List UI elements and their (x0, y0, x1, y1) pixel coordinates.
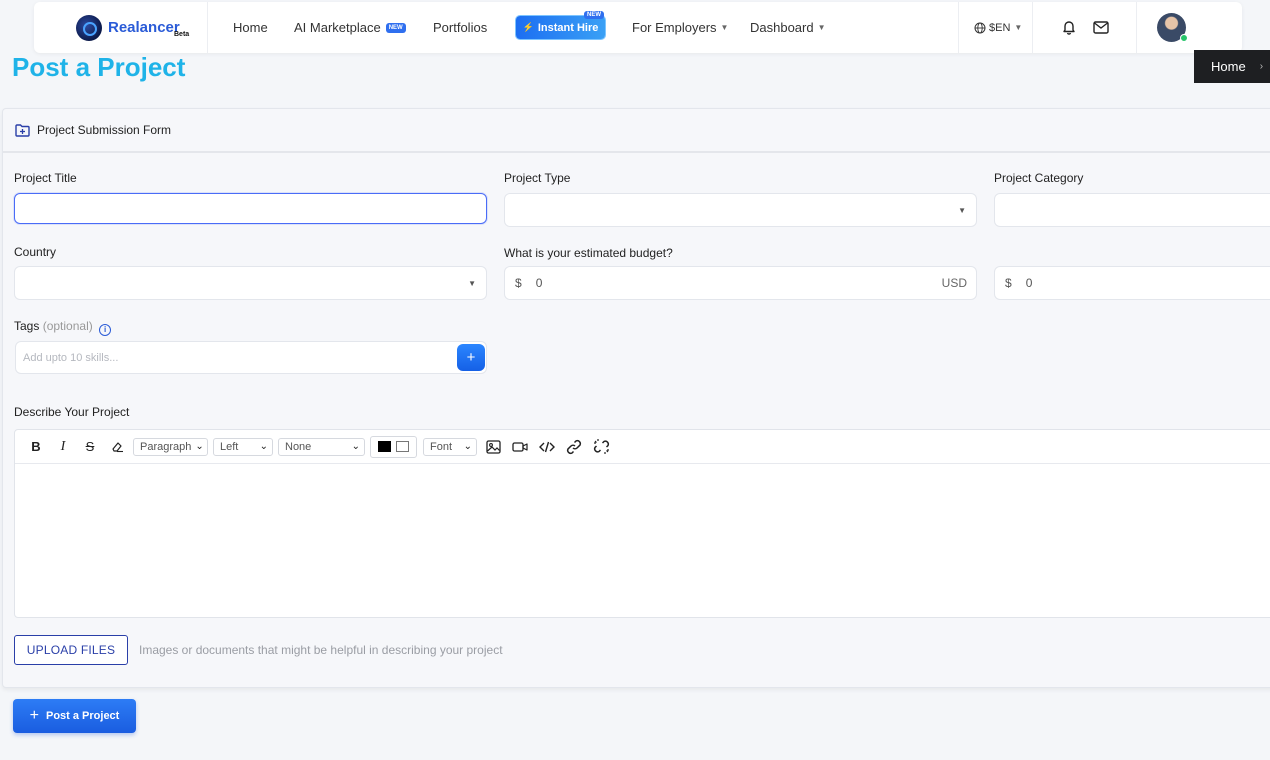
tags-optional: (optional) (42, 319, 93, 333)
caret-down-icon: ▼ (817, 23, 826, 32)
brand[interactable]: Realancer Beta (34, 2, 208, 53)
text-color-swatch[interactable] (378, 441, 391, 452)
caret-down-icon: ▼ (958, 206, 966, 215)
instant-hire-button[interactable]: ⚡ Instant Hire (516, 16, 605, 39)
divider (1032, 2, 1033, 53)
divider (958, 2, 959, 53)
add-tag-button[interactable]: + (457, 344, 485, 371)
eraser-icon (111, 441, 123, 452)
nav-portfolios[interactable]: Portfolios (433, 2, 487, 53)
editor-toolbar: B I S Paragraph ⌄ Left ⌄ None ⌄ Font ⌄ (15, 430, 1270, 464)
code-icon (539, 441, 555, 452)
budget-max-input[interactable]: $ 0 (994, 266, 1270, 300)
eraser-button[interactable] (106, 436, 128, 458)
strikethrough-button[interactable]: S (79, 436, 101, 458)
upload-hint: Images or documents that might be helpfu… (139, 643, 503, 657)
align-select[interactable]: Left ⌄ (213, 437, 273, 456)
editor-content-area[interactable] (15, 464, 1270, 618)
bold-button[interactable]: B (25, 436, 47, 458)
mail-icon[interactable] (1092, 18, 1110, 36)
caret-down-icon: ▼ (468, 279, 476, 288)
online-status-dot (1180, 34, 1188, 42)
breadcrumb: Home › (1194, 50, 1270, 83)
budget-label: What is your estimated budget? (504, 246, 673, 260)
country-label: Country (14, 245, 57, 259)
project-title-label: Project Title (14, 171, 77, 185)
language-currency-selector[interactable]: $EN ▼ (974, 2, 1022, 53)
tags-input[interactable]: Add upto 10 skills... (15, 341, 487, 374)
budget-max-value: 0 (1025, 276, 1033, 290)
tags-label: Tags (optional) i (14, 319, 112, 336)
italic-button[interactable]: I (52, 436, 74, 458)
caret-down-icon: ▼ (1014, 23, 1023, 32)
budget-input[interactable]: $ 0 USD (504, 266, 977, 300)
top-navbar: Realancer Beta Home AI Marketplace NEW P… (34, 2, 1242, 53)
plus-icon: + (29, 707, 39, 724)
bell-icon[interactable] (1060, 18, 1078, 36)
video-icon (512, 441, 528, 452)
nav-ai-marketplace[interactable]: AI Marketplace NEW (294, 2, 406, 53)
new-badge: NEW (385, 22, 406, 33)
project-title-input[interactable] (14, 193, 487, 224)
card-title: Project Submission Form (37, 123, 172, 137)
project-category-label: Project Category (994, 171, 1084, 185)
paragraph-select[interactable]: Paragraph ⌄ (133, 437, 208, 456)
nav-home[interactable]: Home (233, 2, 268, 53)
nav-for-employers[interactable]: For Employers ▼ (632, 2, 728, 53)
info-icon[interactable]: i (99, 323, 112, 336)
chevron-down-icon: ⌄ (195, 441, 204, 452)
project-category-select[interactable] (994, 193, 1270, 227)
link-icon (566, 439, 582, 454)
globe-icon (974, 22, 986, 33)
project-submission-card: Project Submission Form Project Title Pr… (2, 108, 1270, 688)
caret-down-icon: ▼ (720, 23, 729, 32)
folder-plus-icon (15, 123, 30, 137)
divider (1136, 2, 1137, 53)
insert-image-button[interactable] (482, 436, 504, 458)
upload-files-button[interactable]: UPLOAD FILES (14, 635, 128, 665)
lightning-icon: ⚡ (522, 22, 534, 32)
unlink-icon (593, 439, 609, 454)
country-select[interactable]: ▼ (14, 266, 487, 300)
currency-symbol: $ (515, 276, 522, 290)
chevron-right-icon: › (1259, 61, 1264, 72)
insert-video-button[interactable] (509, 436, 531, 458)
brand-name: Realancer (108, 19, 180, 36)
list-select[interactable]: None ⌄ (278, 437, 365, 456)
project-type-label: Project Type (504, 171, 571, 185)
new-badge: NEW (584, 11, 604, 19)
font-select[interactable]: Font ⌄ (423, 437, 477, 456)
post-project-button[interactable]: + Post a Project (13, 699, 136, 733)
image-icon (485, 439, 501, 454)
brand-beta: Beta (174, 31, 190, 38)
code-button[interactable] (536, 436, 558, 458)
currency-code: USD (941, 276, 967, 290)
currency-symbol: $ (1005, 276, 1012, 290)
chevron-down-icon: ⌄ (351, 441, 360, 452)
unlink-button[interactable] (590, 436, 612, 458)
page-title: Post a Project (12, 52, 186, 82)
insert-link-button[interactable] (563, 436, 585, 458)
chevron-down-icon: ⌄ (259, 441, 268, 452)
budget-value: 0 (535, 276, 543, 290)
describe-label: Describe Your Project (14, 405, 130, 419)
background-color-swatch[interactable] (396, 441, 409, 452)
breadcrumb-home[interactable]: Home (1211, 59, 1246, 74)
project-type-select[interactable]: ▼ (504, 193, 977, 227)
chevron-down-icon: ⌄ (463, 441, 472, 452)
rich-text-editor: B I S Paragraph ⌄ Left ⌄ None ⌄ Font ⌄ (14, 429, 1270, 618)
color-picker[interactable] (370, 435, 417, 458)
nav-dashboard[interactable]: Dashboard ▼ (750, 2, 826, 53)
brand-logo (76, 14, 102, 41)
card-header: Project Submission Form (3, 109, 1270, 153)
